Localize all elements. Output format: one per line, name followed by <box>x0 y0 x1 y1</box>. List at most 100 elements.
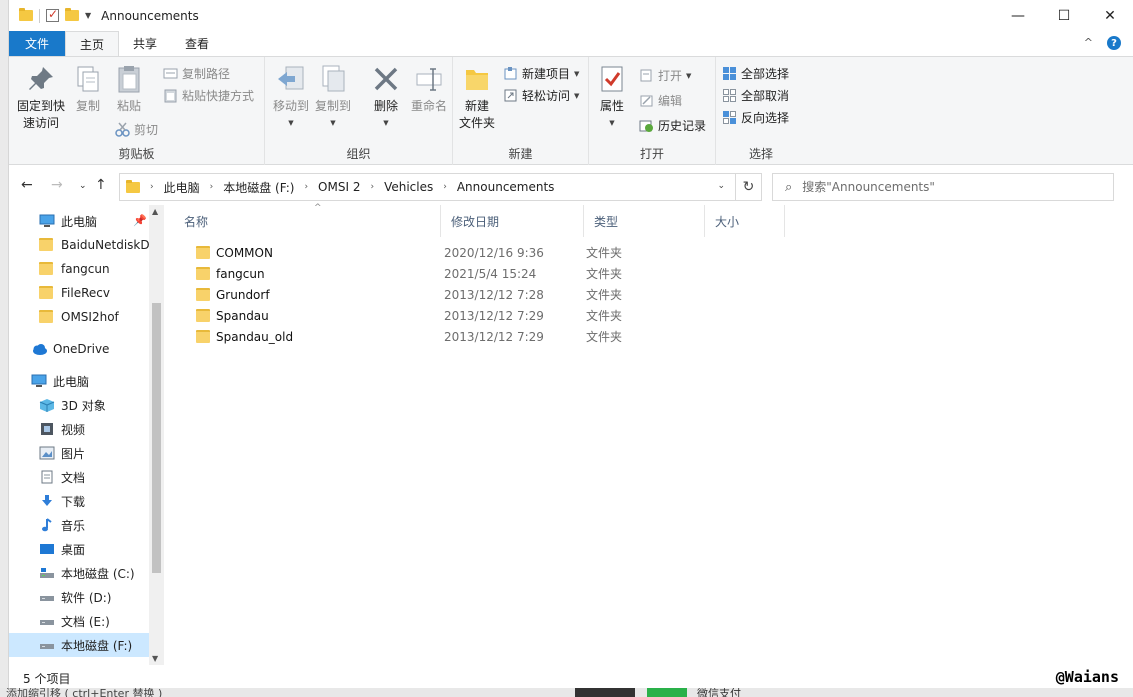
address-history-dropdown-icon[interactable]: ⌄ <box>717 181 725 191</box>
collapse-ribbon-button[interactable]: ^ <box>1084 36 1093 50</box>
pin-label-line2: 速访问 <box>22 116 59 130</box>
minimize-button[interactable]: — <box>995 0 1041 31</box>
navigation-pane-scrollbar[interactable]: ▲ ▼ <box>149 205 164 665</box>
group-label-organize: 组织 <box>346 147 371 161</box>
open-icon <box>639 68 654 83</box>
easy-access-icon <box>503 88 518 103</box>
copy-to-button[interactable]: 复制到 ▼ <box>313 63 353 132</box>
address-bar[interactable]: › 此电脑 › 本地磁盘 (F:) › OMSI 2 › Vehicles › … <box>119 173 736 201</box>
nav-item-desktop[interactable]: 桌面 <box>9 537 149 561</box>
tab-share[interactable]: 共享 <box>119 31 171 56</box>
easy-access-button[interactable]: 轻松访问 ▼ <box>503 87 579 104</box>
maximize-button[interactable]: ☐ <box>1041 0 1087 31</box>
table-row[interactable]: Spandau_old 2013/12/12 7:29 文件夹 <box>186 326 786 347</box>
forward-arrow-icon[interactable]: → <box>51 177 63 193</box>
edit-label: 编辑 <box>658 94 683 108</box>
desktop-icon <box>39 542 55 556</box>
breadcrumb-vehicles[interactable]: Vehicles <box>384 180 433 194</box>
table-row[interactable]: Spandau 2013/12/12 7:29 文件夹 <box>186 305 786 326</box>
copy-button[interactable]: 复制 <box>71 63 105 115</box>
search-box[interactable]: ⌕ <box>772 173 1114 201</box>
breadcrumb-drive-f[interactable]: 本地磁盘 (F:) <box>223 179 294 196</box>
folder-icon <box>196 330 210 343</box>
scroll-up-icon[interactable]: ▲ <box>152 207 158 216</box>
nav-item-onedrive[interactable]: OneDrive <box>9 337 149 361</box>
tab-view[interactable]: 查看 <box>171 31 223 56</box>
rename-button[interactable]: 重命名 <box>409 63 449 115</box>
nav-item-downloads[interactable]: 下载 <box>9 489 149 513</box>
nav-item-music[interactable]: 音乐 <box>9 513 149 537</box>
nav-item-baidunetdisk[interactable]: BaiduNetdiskD <box>9 233 149 257</box>
refresh-icon[interactable]: ↻ <box>736 173 762 201</box>
column-header-type[interactable]: 类型 <box>584 205 705 237</box>
new-item-button[interactable]: 新建项目 ▼ <box>503 65 579 82</box>
copy-to-label: 复制到 <box>314 99 351 113</box>
nav-item-3d-objects[interactable]: 3D 对象 <box>9 393 149 417</box>
edit-button[interactable]: 编辑 <box>639 92 682 109</box>
nav-item-drive-f[interactable]: 本地磁盘 (F:) <box>9 633 149 657</box>
nav-item-drive-e[interactable]: 文档 (E:) <box>9 609 149 633</box>
properties-button[interactable]: 属性 ▼ <box>595 63 629 132</box>
close-button[interactable]: ✕ <box>1087 0 1133 31</box>
open-dropdown-icon: ▼ <box>686 71 692 80</box>
nav-item-drive-c[interactable]: 本地磁盘 (C:) <box>9 561 149 585</box>
breadcrumb-separator[interactable]: › <box>443 182 447 192</box>
scroll-down-icon[interactable]: ▼ <box>152 654 158 663</box>
paste-shortcut-button[interactable]: 粘贴快捷方式 <box>163 87 254 104</box>
move-to-button[interactable]: 移动到 ▼ <box>271 63 311 132</box>
nav-item-videos[interactable]: 视频 <box>9 417 149 441</box>
delete-button[interactable]: 删除 ▼ <box>369 63 403 132</box>
group-clipboard: 固定到快 速访问 复制 粘贴 复制路径 粘贴快捷方式 剪切 剪贴板 <box>9 57 265 165</box>
up-arrow-icon[interactable]: ↑ <box>95 177 107 193</box>
scrollbar-thumb[interactable] <box>152 303 161 573</box>
nav-item-this-pc-pinned[interactable]: 此电脑 <box>9 209 149 233</box>
properties-icon[interactable] <box>46 7 59 22</box>
breadcrumb-separator[interactable]: › <box>150 182 154 192</box>
new-folder-label-line2: 文件夹 <box>458 116 495 130</box>
column-header-name[interactable]: 名称 <box>174 205 441 237</box>
group-label-open: 打开 <box>639 147 664 161</box>
nav-item-this-pc[interactable]: 此电脑 <box>9 369 149 393</box>
nav-item-pictures[interactable]: 图片 <box>9 441 149 465</box>
history-button[interactable]: 历史记录 <box>639 117 706 134</box>
table-row[interactable]: Grundorf 2013/12/12 7:28 文件夹 <box>186 284 786 305</box>
folder-icon <box>126 179 140 193</box>
folder-icon <box>196 246 210 259</box>
recent-locations-chevron-icon[interactable]: ⌄ <box>79 181 87 191</box>
breadcrumb-separator[interactable]: › <box>304 182 308 192</box>
column-header-date-modified[interactable]: 修改日期 <box>441 205 584 237</box>
nav-item-omsi2hof[interactable]: OMSI2hof <box>9 305 149 329</box>
table-row[interactable]: COMMON 2020/12/16 9:36 文件夹 <box>186 242 786 263</box>
back-arrow-icon[interactable]: ← <box>21 177 33 193</box>
group-open: 属性 ▼ 打开 ▼ 编辑 历史记录 打开 <box>589 57 716 165</box>
breadcrumb-announcements[interactable]: Announcements <box>457 180 555 194</box>
tab-home[interactable]: 主页 <box>65 31 120 56</box>
nav-item-documents[interactable]: 文档 <box>9 465 149 489</box>
breadcrumb-separator[interactable]: › <box>370 182 374 192</box>
breadcrumb-omsi2[interactable]: OMSI 2 <box>318 180 360 194</box>
column-header-size[interactable]: 大小 <box>705 205 785 237</box>
tab-file[interactable]: 文件 <box>9 31 66 56</box>
nav-item-drive-d[interactable]: 软件 (D:) <box>9 585 149 609</box>
nav-item-filerecv[interactable]: FileRecv <box>9 281 149 305</box>
nav-item-fangcun[interactable]: fangcun <box>9 257 149 281</box>
breadcrumb-this-pc[interactable]: 此电脑 <box>164 179 200 196</box>
paste-button[interactable]: 粘贴 <box>112 63 146 115</box>
customize-toolbar-dropdown[interactable]: ▼ <box>85 11 91 20</box>
new-folder-icon[interactable] <box>65 8 79 21</box>
pin-icon[interactable]: 📌 <box>133 214 147 227</box>
new-folder-button[interactable]: 新建 文件夹 <box>457 63 497 132</box>
help-icon[interactable]: ? <box>1107 36 1121 50</box>
nav-label: 3D 对象 <box>61 398 106 413</box>
table-row[interactable]: fangcun 2021/5/4 15:24 文件夹 <box>186 263 786 284</box>
select-all-button[interactable]: 全部选择 <box>722 65 789 82</box>
breadcrumb-separator[interactable]: › <box>210 182 214 192</box>
select-none-button[interactable]: 全部取消 <box>722 87 789 104</box>
pin-quick-access-button[interactable]: 固定到快 速访问 <box>15 63 67 132</box>
invert-selection-button[interactable]: 反向选择 <box>722 109 789 126</box>
copy-path-button[interactable]: 复制路径 <box>163 65 230 82</box>
cut-button[interactable]: 剪切 <box>115 121 158 138</box>
group-new: 新建 文件夹 新建项目 ▼ 轻松访问 ▼ 新建 <box>453 57 589 165</box>
open-button[interactable]: 打开 ▼ <box>639 67 691 84</box>
search-input[interactable] <box>802 180 1093 194</box>
